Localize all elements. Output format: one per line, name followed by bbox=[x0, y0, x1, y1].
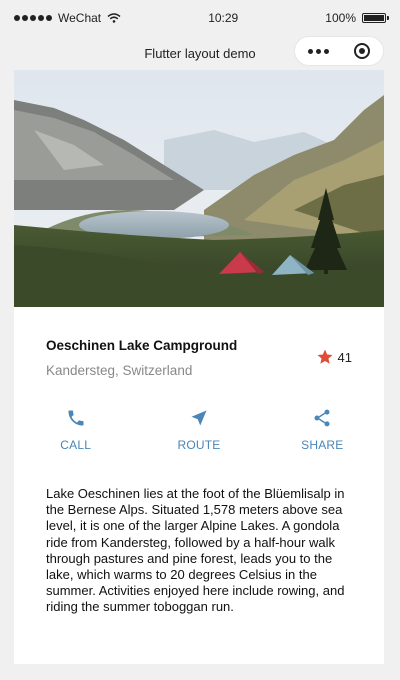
rating-count: 41 bbox=[337, 349, 352, 365]
rating: 41 bbox=[316, 348, 352, 366]
action-row: CALL ROUTE SHARE bbox=[14, 408, 384, 452]
nav-bar: Flutter layout demo bbox=[0, 36, 400, 70]
place-title: Oeschinen Lake Campground bbox=[46, 338, 238, 353]
close-target-icon[interactable] bbox=[354, 43, 371, 59]
carrier-name: WeChat bbox=[58, 11, 102, 25]
description-text: Lake Oeschinen lies at the foot of the B… bbox=[46, 486, 345, 615]
more-icon[interactable] bbox=[307, 48, 329, 54]
share-icon bbox=[314, 409, 330, 427]
title-section: Oeschinen Lake Campground Kandersteg, Sw… bbox=[46, 338, 237, 378]
place-location: Kandersteg, Switzerland bbox=[46, 363, 193, 378]
status-time: 10:29 bbox=[208, 11, 239, 25]
status-left: WeChat bbox=[14, 11, 121, 25]
battery-percent: 100% bbox=[325, 11, 356, 25]
phone-screen: WeChat 10:29 100% Flutter layout demo Oe… bbox=[0, 0, 400, 680]
route-label: ROUTE bbox=[177, 438, 221, 452]
nav-title: Flutter layout demo bbox=[144, 45, 256, 61]
miniprogram-capsule bbox=[294, 36, 384, 66]
star-icon[interactable] bbox=[316, 348, 334, 366]
content-card: Oeschinen Lake Campground Kandersteg, Sw… bbox=[14, 70, 384, 664]
status-bar: WeChat 10:29 100% bbox=[0, 0, 400, 36]
navigation-arrow-icon bbox=[191, 410, 207, 426]
call-button[interactable]: CALL bbox=[14, 408, 137, 452]
hero-image bbox=[14, 70, 384, 307]
battery-icon bbox=[362, 13, 389, 23]
phone-icon bbox=[68, 410, 84, 426]
route-button[interactable]: ROUTE bbox=[137, 408, 260, 452]
wifi-icon bbox=[107, 13, 121, 23]
call-label: CALL bbox=[60, 438, 92, 452]
status-right: 100% bbox=[325, 11, 389, 25]
share-label: SHARE bbox=[301, 438, 344, 452]
share-button[interactable]: SHARE bbox=[261, 408, 384, 452]
signal-icon bbox=[14, 15, 52, 21]
